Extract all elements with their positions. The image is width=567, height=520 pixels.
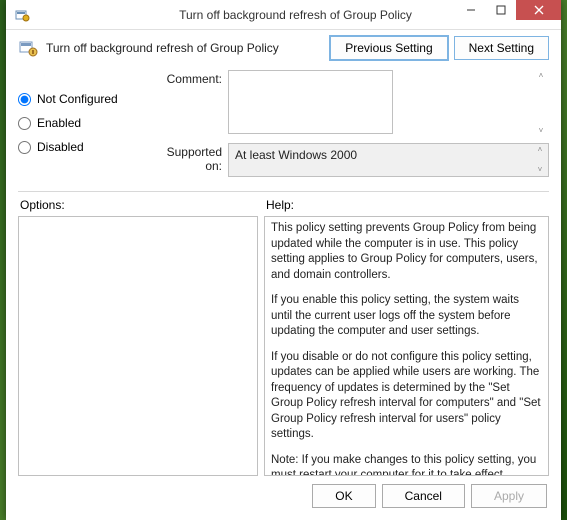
radio-label: Enabled xyxy=(37,116,81,130)
dialog-window: Turn off background refresh of Group Pol… xyxy=(6,0,561,520)
supported-on-label: Supported on: xyxy=(148,143,228,173)
pane-labels: Options: Help: xyxy=(6,196,561,216)
config-area: Not Configured Enabled Disabled Comment:… xyxy=(6,64,561,187)
app-icon xyxy=(14,7,30,23)
comment-textarea[interactable] xyxy=(228,70,393,134)
separator xyxy=(18,191,549,192)
close-button[interactable] xyxy=(516,0,561,20)
maximize-button[interactable] xyxy=(486,0,516,20)
policy-title: Turn off background refresh of Group Pol… xyxy=(46,41,322,55)
minimize-button[interactable] xyxy=(456,0,486,20)
supported-on-text: At least Windows 2000 xyxy=(235,148,357,162)
previous-setting-button[interactable]: Previous Setting xyxy=(330,36,447,60)
help-label: Help: xyxy=(266,198,294,212)
window-controls xyxy=(456,0,561,20)
help-paragraph: This policy setting prevents Group Polic… xyxy=(271,221,542,283)
help-paragraph: Note: If you make changes to this policy… xyxy=(271,453,542,476)
help-paragraph: If you enable this policy setting, the s… xyxy=(271,293,542,340)
comment-scroll-icon[interactable]: ˄˅ xyxy=(534,71,548,136)
panes: This policy setting prevents Group Polic… xyxy=(6,216,561,474)
help-pane: This policy setting prevents Group Polic… xyxy=(264,216,549,476)
radio-label: Disabled xyxy=(37,140,84,154)
radio-enabled-input[interactable] xyxy=(18,117,31,130)
options-pane xyxy=(18,216,258,476)
radio-label: Not Configured xyxy=(37,92,118,106)
titlebar: Turn off background refresh of Group Pol… xyxy=(6,0,561,30)
radio-not-configured-input[interactable] xyxy=(18,93,31,106)
radio-not-configured[interactable]: Not Configured xyxy=(18,92,138,106)
supported-scroll-icon[interactable]: ˄˅ xyxy=(533,145,547,175)
help-paragraph: If you disable or do not configure this … xyxy=(271,350,542,443)
radio-enabled[interactable]: Enabled xyxy=(18,116,138,130)
footer-buttons: OK Cancel Apply xyxy=(6,474,561,520)
policy-icon xyxy=(18,38,38,58)
ok-button[interactable]: OK xyxy=(312,484,375,508)
radio-disabled-input[interactable] xyxy=(18,141,31,154)
comment-label: Comment: xyxy=(148,70,228,86)
apply-button[interactable]: Apply xyxy=(471,484,547,508)
cancel-button[interactable]: Cancel xyxy=(382,484,465,508)
supported-on-value: At least Windows 2000 ˄˅ xyxy=(228,143,549,177)
state-radios: Not Configured Enabled Disabled xyxy=(18,70,138,183)
next-setting-button[interactable]: Next Setting xyxy=(454,36,549,60)
options-label: Options: xyxy=(20,198,266,212)
header-row: Turn off background refresh of Group Pol… xyxy=(6,30,561,64)
radio-disabled[interactable]: Disabled xyxy=(18,140,138,154)
